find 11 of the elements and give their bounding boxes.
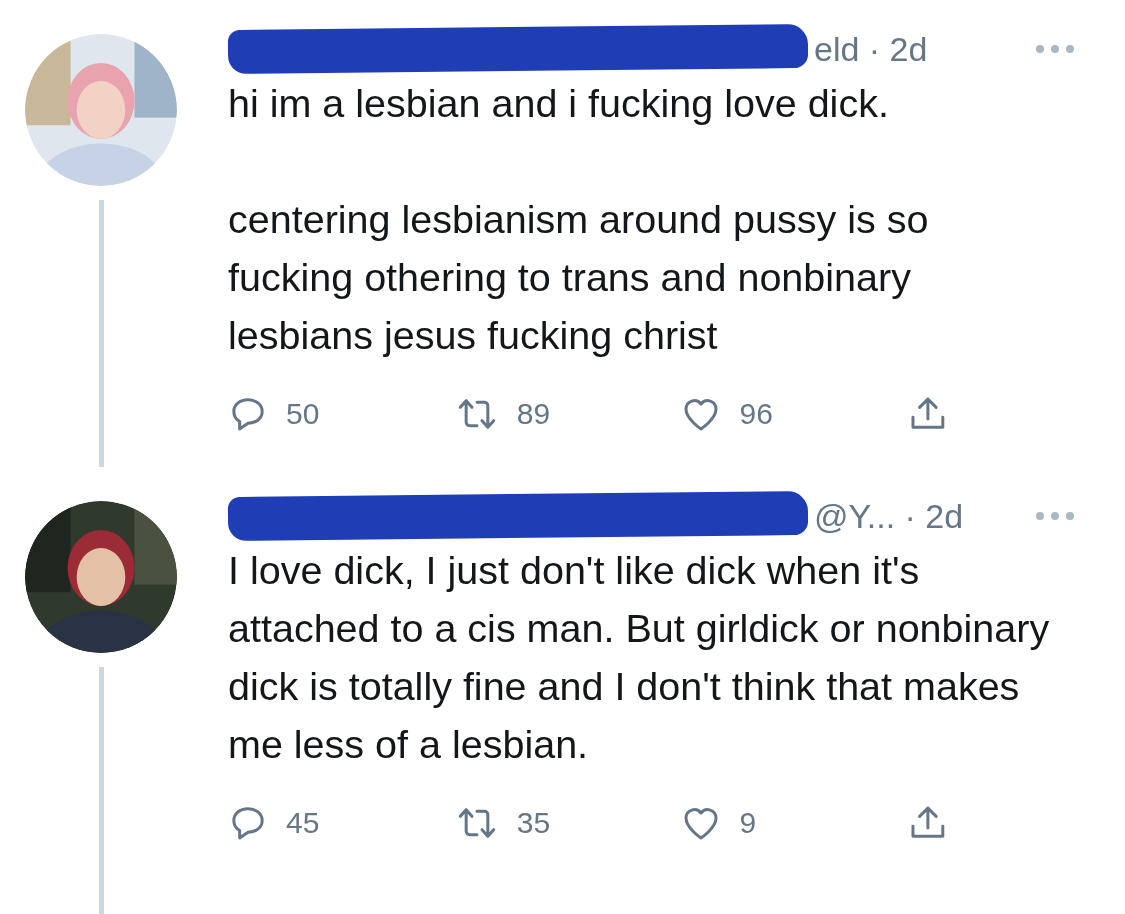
tweet-text: hi im a lesbian and i fucking love dick. bbox=[228, 80, 890, 127]
reply-count: 50 bbox=[286, 397, 320, 431]
tweet-meta: @Y... · 2d bbox=[814, 496, 964, 536]
tweet-meta: eld · 2d bbox=[814, 29, 928, 69]
like-count: 96 bbox=[739, 397, 773, 431]
tweet-text: I love dick, I just don't like dick when it's attached to a cis man. But girldick or nonbinary dick is totally fine and I don't think that makes me less of a lesbian. bbox=[228, 547, 1051, 768]
reply-count: 45 bbox=[286, 806, 320, 840]
retweet-count: 89 bbox=[516, 397, 551, 431]
retweet-count: 35 bbox=[516, 806, 551, 840]
like-count: 9 bbox=[739, 806, 757, 840]
tweet-text: centering lesbianism around pussy is so fucking othering to trans and nonbinary lesbians jesus fucking christ bbox=[228, 196, 930, 359]
